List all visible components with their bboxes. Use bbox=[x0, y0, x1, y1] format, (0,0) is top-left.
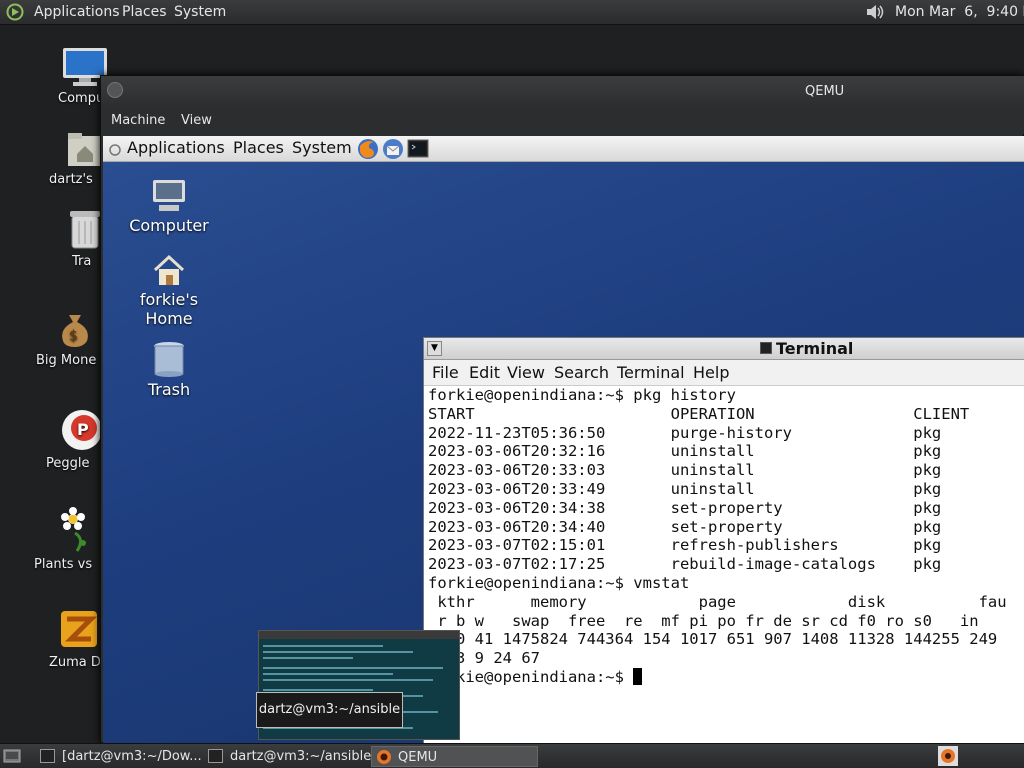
guest-screen[interactable]: Applications Places System Computer fork bbox=[103, 136, 1024, 744]
host-menu-system[interactable]: System bbox=[174, 4, 226, 20]
taskbar-item-label: QEMU bbox=[398, 750, 438, 765]
terminal-menu-help[interactable]: Help bbox=[693, 363, 729, 382]
zuma-icon bbox=[57, 607, 101, 651]
terminal-line: 2023-03-06T20:34:38 set-property pkg bbox=[428, 498, 942, 517]
guest-desktop-icon-label: Trash bbox=[147, 380, 191, 399]
guest-desktop-icon-home[interactable]: forkie's Home bbox=[109, 252, 229, 328]
qemu-menu-machine[interactable]: Machine bbox=[111, 113, 165, 128]
window-title: QEMU bbox=[805, 84, 845, 99]
terminal-line: forkie@openindiana:~$ vmstat bbox=[428, 573, 690, 592]
terminal-line: START OPERATION CLIENT bbox=[428, 404, 970, 423]
svg-text:P: P bbox=[77, 420, 89, 439]
terminal-icon bbox=[208, 749, 223, 763]
window-menu-button[interactable]: ▼ bbox=[427, 341, 442, 356]
host-menu-places[interactable]: Places bbox=[122, 4, 167, 20]
volume-icon[interactable] bbox=[864, 2, 886, 22]
taskbar-tooltip: dartz@vm3:~/ansible bbox=[256, 692, 403, 728]
terminal-line: 5563 9 24 67 bbox=[428, 649, 540, 668]
home-folder-icon bbox=[65, 128, 105, 168]
guest-desktop-icon-label: Home bbox=[145, 309, 193, 328]
thunderbird-icon[interactable] bbox=[381, 137, 405, 161]
terminal-line: 2023-03-07T02:17:25 rebuild-image-catalo… bbox=[428, 555, 942, 574]
clock[interactable]: Mon Mar 6, 9:40 PM bbox=[895, 4, 1024, 20]
terminal-line: 2023-03-06T20:33:03 uninstall pkg bbox=[428, 461, 942, 480]
terminal-titlebar[interactable]: ▼ Terminal bbox=[424, 338, 1024, 360]
qemu-window[interactable]: QEMU Machine View Applications Places Sy… bbox=[100, 75, 1024, 744]
distro-logo-icon[interactable] bbox=[5, 3, 25, 21]
guest-desktop-icon-label: forkie's bbox=[139, 290, 199, 309]
terminal-menu-terminal[interactable]: Terminal bbox=[617, 363, 685, 382]
trash-icon bbox=[68, 208, 102, 250]
taskbar-item-label: [dartz@vm3:~/Dow... bbox=[62, 749, 202, 764]
show-desktop-icon[interactable] bbox=[3, 748, 21, 764]
window-menu-button[interactable] bbox=[107, 82, 123, 98]
trash-icon bbox=[151, 340, 187, 378]
terminal-prompt-line: forkie@openindiana:~$ bbox=[428, 667, 1024, 687]
svg-text:$: $ bbox=[69, 328, 78, 344]
host-top-panel: Applications Places System Mon Mar 6, 9:… bbox=[0, 0, 1024, 25]
guest-menu-applications[interactable]: Applications bbox=[127, 138, 225, 157]
terminal-menu-edit[interactable]: Edit bbox=[469, 363, 500, 382]
peggle-icon: P bbox=[60, 408, 104, 452]
guest-menu-places[interactable]: Places bbox=[233, 138, 284, 157]
computer-icon bbox=[151, 178, 187, 214]
terminal-line: 2023-03-06T20:33:49 uninstall pkg bbox=[428, 479, 942, 498]
terminal-line: 2022-11-23T05:36:50 purge-history pkg bbox=[428, 423, 942, 442]
window-title: Terminal bbox=[776, 339, 854, 358]
terminal-title-icon bbox=[760, 342, 772, 354]
qemu-menubar: Machine View bbox=[101, 106, 1024, 134]
guest-panel-handle-icon bbox=[109, 142, 121, 156]
qemu-titlebar[interactable]: QEMU bbox=[101, 76, 1024, 106]
money-bag-icon: $ bbox=[55, 309, 95, 349]
host-taskbar: [dartz@vm3:~/Dow... dartz@vm3:~/ansible … bbox=[0, 743, 1024, 768]
terminal-output[interactable]: forkie@openindiana:~$ pkg history START O… bbox=[428, 386, 1024, 744]
terminal-line: forkie@openindiana:~$ pkg history bbox=[428, 386, 736, 404]
terminal-line: 2023-03-06T20:34:40 set-property pkg bbox=[428, 517, 942, 536]
plants-vs-zombies-icon bbox=[55, 505, 95, 553]
taskbar-item-qemu[interactable]: QEMU bbox=[371, 746, 538, 767]
terminal-launcher-icon[interactable] bbox=[407, 139, 429, 159]
guest-desktop-icon-trash[interactable]: Trash bbox=[109, 340, 229, 399]
taskbar-item-ansible-terminal[interactable]: dartz@vm3:~/ansible bbox=[204, 746, 372, 767]
taskbar-item-downloads-terminal[interactable]: [dartz@vm3:~/Dow... bbox=[36, 746, 204, 767]
terminal-line: r b w swap free re mf pi po fr de sr cd … bbox=[428, 611, 979, 630]
qemu-menu-view[interactable]: View bbox=[181, 113, 212, 128]
terminal-line: kthr memory page disk fau bbox=[428, 592, 1007, 611]
guest-top-panel: Applications Places System bbox=[103, 136, 1024, 162]
guest-menu-system[interactable]: System bbox=[292, 138, 352, 157]
qemu-icon bbox=[376, 749, 392, 765]
terminal-icon bbox=[40, 749, 55, 763]
terminal-cursor bbox=[633, 667, 643, 685]
terminal-menu-file[interactable]: File bbox=[432, 363, 459, 382]
qemu-tray-icon[interactable] bbox=[938, 746, 958, 766]
firefox-icon[interactable] bbox=[356, 137, 380, 161]
terminal-menubar: File Edit View Search Terminal Help bbox=[424, 360, 1024, 386]
taskbar-item-label: dartz@vm3:~/ansible bbox=[230, 749, 372, 764]
home-icon bbox=[151, 252, 187, 288]
guest-desktop-icon-label: Computer bbox=[129, 216, 209, 235]
terminal-menu-search[interactable]: Search bbox=[554, 363, 609, 382]
terminal-line: 2023-03-07T02:15:01 refresh-publishers p… bbox=[428, 536, 942, 555]
terminal-line: 0 0 41 1475824 744364 154 1017 651 907 1… bbox=[428, 630, 998, 649]
host-menu-applications[interactable]: Applications bbox=[34, 4, 120, 20]
terminal-menu-view[interactable]: View bbox=[507, 363, 545, 382]
terminal-line: 2023-03-06T20:32:16 uninstall pkg bbox=[428, 442, 942, 461]
guest-desktop-icon-computer[interactable]: Computer bbox=[109, 178, 229, 235]
terminal-window[interactable]: ▼ Terminal File Edit View Search Termina… bbox=[423, 337, 1024, 744]
